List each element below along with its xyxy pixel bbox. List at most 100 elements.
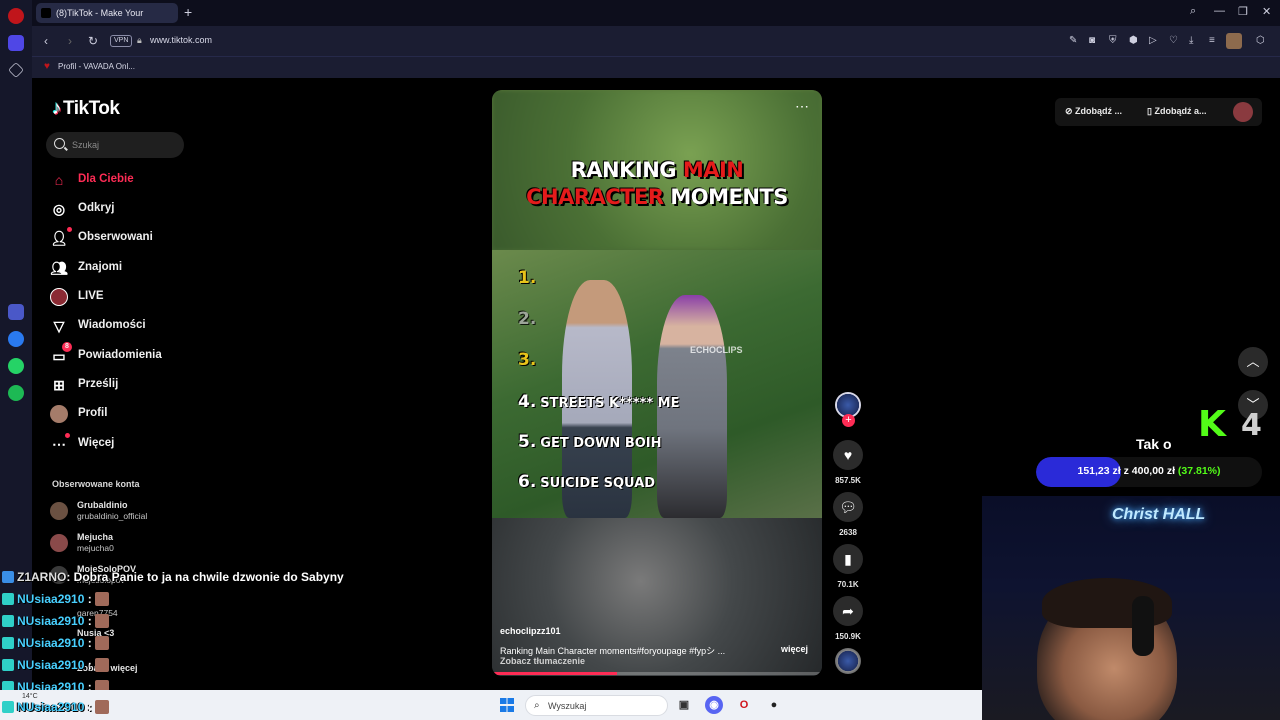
emote-icon [94,658,109,672]
taskbar-search[interactable]: ⌕ Wyszukaj [525,695,668,716]
opera-icon[interactable]: O [735,696,753,714]
nav-label: Powiadomienia [78,349,162,361]
chat-badge-icon [2,659,14,671]
search-input[interactable]: Szukaj [46,132,184,158]
messenger-icon[interactable] [8,331,24,347]
camera-icon[interactable]: ◙ [1089,35,1095,46]
video-progress[interactable] [492,672,822,675]
nav-label: Dla Ciebie [78,173,134,185]
comment-count: 2638 [839,528,857,537]
alert-number: 4 [1241,408,1262,443]
rank-4: 4. STREETS K***** ME [518,392,679,412]
tiktok-logo[interactable]: ♪ TikTok [52,98,120,120]
tab-bar: (8)TikTok - Make Your + ⌕ — ❐ ✕ [32,0,1280,26]
download-icon[interactable]: ⤓ [1189,35,1193,46]
user-avatar[interactable] [1233,102,1253,122]
tab-tiktok[interactable]: (8)TikTok - Make Your [36,3,178,23]
rank-3: 3. [518,350,536,370]
webcam-overlay: Christ HALL [982,496,1280,720]
title-white: RANKING [570,158,683,182]
video-author[interactable]: echoclipzz101 [500,626,561,636]
app-icon[interactable]: ● [765,696,783,714]
chat-badge-icon [2,701,14,713]
get-coins-button[interactable]: ⊘ Zdobądź ... [1065,106,1122,117]
reload-icon[interactable]: ↻ [88,34,98,48]
emote-icon [94,614,109,628]
close-icon[interactable]: ✕ [1262,5,1271,18]
home-speed-dial-icon[interactable] [8,35,24,51]
friends-icon: 👥︎ [50,260,68,276]
spotify-icon[interactable] [8,385,24,401]
search-tabs-icon[interactable]: ⌕ [1190,5,1196,18]
like-button[interactable]: ♥ [833,440,863,470]
bookmarks-star-icon[interactable] [8,62,24,78]
menu-icon[interactable]: ≡ [1209,35,1215,46]
chat-username: NUsiaa2910 [17,658,85,672]
lock-icon[interactable]: 🔒︎ [137,35,142,46]
see-translation-link[interactable]: Zobacz tłumaczenie [500,656,585,666]
account-username: mejucha0 [77,543,114,553]
tiktok-note-icon: ♪ [52,98,62,119]
vpn-badge[interactable]: VPN [110,35,133,47]
chat-username: NUsiaa2910 [17,592,85,606]
url-field[interactable]: www.tiktok.com [150,35,212,45]
rank-text: SUICIDE SQUAD [540,476,656,491]
rank-number: 4. [518,392,537,412]
following-dot [67,227,72,232]
play-icon[interactable]: ▷ [1149,35,1157,46]
chat-message: NUsiaa2910 : [2,636,109,652]
following-accounts-header: Obserwowane konta [52,479,140,489]
more-options-icon[interactable]: ⋯ [795,98,809,115]
wallet-icon[interactable]: ⬡ [1256,35,1265,46]
extension-icon[interactable]: ⬢ [1129,35,1138,46]
chat-text: : Dobra Panie to ja na chwile dzwonie do… [66,570,344,584]
forward-icon[interactable]: › [68,34,72,48]
nav-label: Obserwowani [78,231,153,243]
task-view-icon[interactable]: ▣ [675,696,693,714]
get-app-button[interactable]: ▯ Zdobądź a... [1147,106,1206,117]
comment-icon: 💬︎ [839,499,857,515]
share-button[interactable]: ➦ [833,596,863,626]
previous-video-button[interactable]: ︿ [1238,347,1268,377]
weather-widget[interactable]: 14°C [22,693,38,700]
chat-message: NUsiaa2910 : [2,700,109,716]
follow-plus-icon[interactable]: + [842,414,855,427]
chat-badge-icon [2,593,14,605]
new-tab-button[interactable]: + [184,4,192,20]
emote-icon [94,700,109,714]
bookmark-vavada[interactable]: ♥ Profil - VAVADA Onl... [44,61,135,72]
rank-1: 1. [518,268,536,288]
nav-label: Więcej [78,437,115,449]
donation-goal-text: 151,23 zł z 400,00 zł (37.81%) [1036,465,1262,477]
nav-label: Znajomi [78,261,123,273]
more-link[interactable]: więcej [781,644,808,654]
maximize-icon[interactable]: ❐ [1238,5,1248,18]
chat-badge-icon [2,615,14,627]
chat-username: NUsiaa2910 [17,700,85,714]
rank-number: 6. [518,472,537,492]
profile-avatar[interactable] [1226,33,1242,49]
comment-button[interactable]: 💬︎ [833,492,863,522]
save-button[interactable]: ▮ [833,544,863,574]
rank-number: 3. [518,350,537,370]
whatsapp-icon[interactable] [8,358,24,374]
shield-icon[interactable]: ⛨ [1109,35,1117,46]
bookmark-label: Profil - VAVADA Onl... [58,62,135,71]
music-disc-icon[interactable] [835,648,861,674]
kick-logo-icon: K [1198,404,1226,445]
discord-icon[interactable]: ◉ [705,696,723,714]
address-bar: ‹ › ↻ VPN 🔒︎ www.tiktok.com ✎ ◙ ⛨ ⬢ ▷ ♡ … [32,26,1280,56]
heart-icon[interactable]: ♡ [1169,35,1178,46]
chat-username: NUsiaa2910 [17,636,85,650]
back-icon[interactable]: ‹ [44,34,48,48]
aria-icon[interactable] [8,304,24,320]
edit-icon[interactable]: ✎ [1069,35,1077,46]
opera-logo-icon[interactable] [8,8,24,24]
minimize-icon[interactable]: — [1214,5,1225,17]
heart-favicon-icon: ♥ [44,61,50,72]
chat-text: : [84,658,92,672]
windows-start-icon[interactable] [500,698,514,712]
opera-sidebar [0,0,32,690]
tab-title: (8)TikTok - Make Your [56,8,144,18]
video-player[interactable]: RANKING MAIN CHARACTER MOMENTS 1. 2. 3. … [492,90,822,676]
